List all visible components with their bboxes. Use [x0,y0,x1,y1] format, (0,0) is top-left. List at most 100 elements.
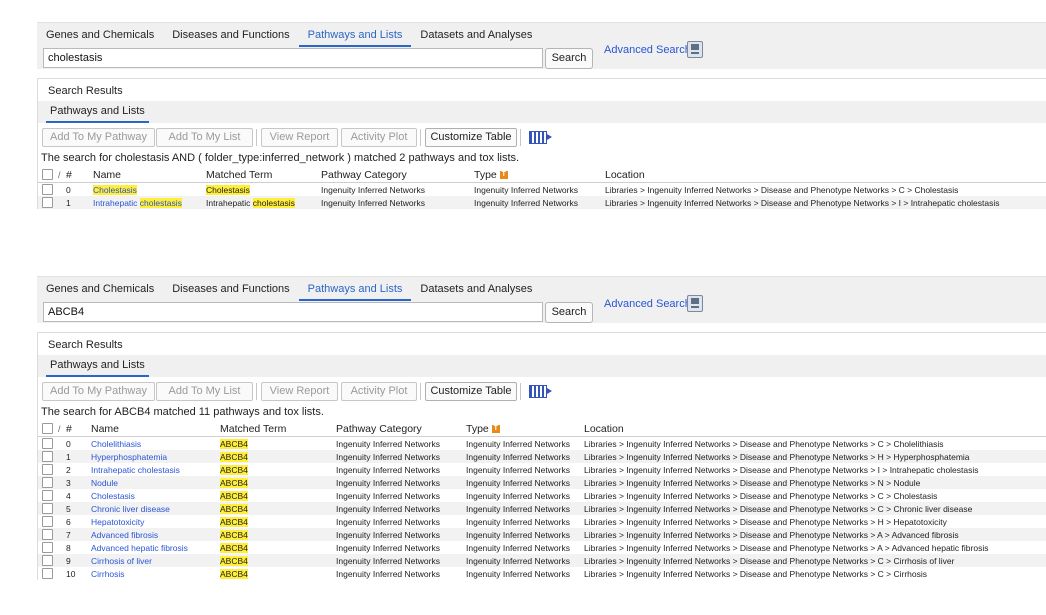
row-checkbox[interactable] [42,529,53,541]
column-header-name[interactable]: Name [91,421,220,437]
row-checkbox[interactable] [42,568,53,580]
row-name[interactable]: Cholestasis [93,183,206,197]
tab-datasets-and-analyses[interactable]: Datasets and Analyses [411,277,541,299]
table-row[interactable]: 5 Chronic liver disease ABCB4 Ingenuity Inf… [38,502,1046,515]
row-checkbox[interactable] [42,490,53,502]
tab-pathways-and-lists[interactable]: Pathways and Lists [298,277,412,301]
table-row[interactable]: 6 Hepatotoxicity ABCB4 Ingenuity Inferred N… [38,515,1046,528]
column-header-number[interactable]: # [66,421,91,437]
table-row[interactable]: 9 Cirrhosis of liver ABCB4 Ingenuity Inferr… [38,554,1046,567]
text-segment[interactable]: Cirrhosis of liver [91,556,152,566]
column-header-pathway-category[interactable]: Pathway Category [321,167,474,183]
subtab-pathways-and-lists[interactable]: Pathways and Lists [46,355,149,377]
column-header-type[interactable]: Type T [466,421,584,437]
row-name[interactable]: Hyperphosphatemia [91,450,220,463]
table-row[interactable]: 8 Advanced hepatic fibrosis ABCB4 Ingenuity… [38,541,1046,554]
table-row[interactable]: 7 Advanced fibrosis ABCB4 Ingenuity Inferre… [38,528,1046,541]
highlighted-match[interactable]: Cholestasis [93,184,137,195]
advanced-search-icon[interactable] [687,295,703,312]
row-checkbox[interactable] [42,516,53,528]
advanced-search-icon[interactable] [687,41,703,58]
columns-icon[interactable] [529,385,552,398]
text-segment[interactable]: Advanced fibrosis [91,530,158,540]
table-row[interactable]: 1 Hyperphosphatemia ABCB4 Ingenuity Inferre… [38,450,1046,463]
row-checkbox[interactable] [42,477,53,489]
customize-table-button[interactable]: Customize Table [425,128,517,147]
column-header-location[interactable]: Location [584,421,1046,437]
row-name[interactable]: Advanced fibrosis [91,528,220,541]
row-name[interactable]: Hepatotoxicity [91,515,220,528]
tab-diseases-and-functions[interactable]: Diseases and Functions [163,277,298,299]
view-report-button[interactable]: View Report [261,382,338,401]
row-checkbox[interactable] [42,542,53,554]
search-input[interactable] [43,48,543,68]
type-filter-icon[interactable]: T [499,170,508,179]
text-segment[interactable]: Advanced hepatic fibrosis [91,543,188,553]
table-row[interactable]: 0 Cholestasis Cholestasis Ingenuity Inferre… [38,183,1046,197]
row-name[interactable]: Advanced hepatic fibrosis [91,541,220,554]
text-segment[interactable]: Hepatotoxicity [91,517,144,527]
add-to-my-list-button[interactable]: Add To My List [156,382,253,401]
tab-genes-and-chemicals[interactable]: Genes and Chemicals [37,277,163,299]
advanced-search-link[interactable]: Advanced Search [604,44,691,56]
text-segment[interactable]: Cirrhosis [91,569,125,579]
row-checkbox[interactable] [42,438,53,450]
column-header-location[interactable]: Location [605,167,1046,183]
row-name[interactable]: Cholestasis [91,489,220,502]
row-checkbox[interactable] [42,451,53,463]
row-name[interactable]: Intrahepatic cholestasis [93,196,206,209]
column-header-matched-term[interactable]: Matched Term [220,421,336,437]
activity-plot-button[interactable]: Activity Plot [341,382,417,401]
row-checkbox[interactable] [42,197,53,209]
column-header-name[interactable]: Name [93,167,206,183]
column-header-pathway-category[interactable]: Pathway Category [336,421,466,437]
text-segment[interactable]: Cholelithiasis [91,439,141,449]
table-row[interactable]: 0 Cholelithiasis ABCB4 Ingenuity Inferred N… [38,437,1046,451]
activity-plot-button[interactable]: Activity Plot [341,128,417,147]
highlighted-match[interactable]: cholestasis [139,197,182,208]
row-number: 10 [66,568,76,579]
row-name[interactable]: Cholelithiasis [91,437,220,451]
text-segment[interactable]: Hyperphosphatemia [91,452,167,462]
view-report-button[interactable]: View Report [261,128,338,147]
text-segment[interactable]: Intrahepatic [93,198,140,208]
row-name[interactable]: Cirrhosis [91,567,220,580]
customize-table-button[interactable]: Customize Table [425,382,517,401]
tab-diseases-and-functions[interactable]: Diseases and Functions [163,23,298,45]
row-name[interactable]: Nodule [91,476,220,489]
table-row[interactable]: 3 Nodule ABCB4 Ingenuity Inferred Networks I… [38,476,1046,489]
search-button[interactable]: Search [545,302,593,323]
column-header-number[interactable]: # [66,167,93,183]
row-name[interactable]: Cirrhosis of liver [91,554,220,567]
text-segment[interactable]: Nodule [91,478,118,488]
type-filter-icon[interactable]: T [491,424,500,433]
table-row[interactable]: 4 Cholestasis ABCB4 Ingenuity Inferred Netw… [38,489,1046,502]
row-checkbox[interactable] [42,184,53,196]
tab-pathways-and-lists[interactable]: Pathways and Lists [298,23,412,47]
select-all-checkbox[interactable] [42,423,53,435]
search-button[interactable]: Search [545,48,593,69]
select-all-checkbox[interactable] [42,169,53,181]
text-segment[interactable]: Intrahepatic cholestasis [91,465,180,475]
row-name[interactable]: Chronic liver disease [91,502,220,515]
row-name[interactable]: Intrahepatic cholestasis [91,463,220,476]
row-checkbox[interactable] [42,464,53,476]
text-segment[interactable]: Cholestasis [91,491,135,501]
column-header-matched-term[interactable]: Matched Term [206,167,321,183]
tab-datasets-and-analyses[interactable]: Datasets and Analyses [411,23,541,45]
add-to-my-list-button[interactable]: Add To My List [156,128,253,147]
columns-icon[interactable] [529,131,552,144]
column-header-type[interactable]: Type T [474,167,605,183]
add-to-my-pathway-button[interactable]: Add To My Pathway [42,382,155,401]
search-input[interactable] [43,302,543,322]
table-row[interactable]: 10 Cirrhosis ABCB4 Ingenuity Inferred Netwo… [38,567,1046,580]
subtab-pathways-and-lists[interactable]: Pathways and Lists [46,101,149,123]
row-checkbox[interactable] [42,503,53,515]
table-row[interactable]: 1 Intrahepatic cholestasis Intrahepatic ch… [38,196,1046,209]
tab-genes-and-chemicals[interactable]: Genes and Chemicals [37,23,163,45]
advanced-search-link[interactable]: Advanced Search [604,298,691,310]
row-checkbox[interactable] [42,555,53,567]
table-row[interactable]: 2 Intrahepatic cholestasis ABCB4 Ingenuity … [38,463,1046,476]
text-segment[interactable]: Chronic liver disease [91,504,170,514]
add-to-my-pathway-button[interactable]: Add To My Pathway [42,128,155,147]
